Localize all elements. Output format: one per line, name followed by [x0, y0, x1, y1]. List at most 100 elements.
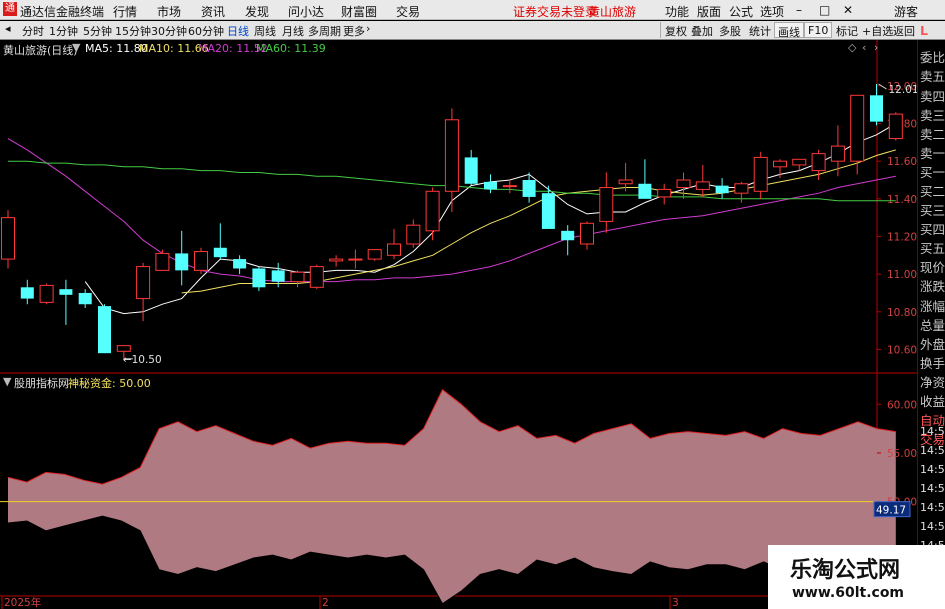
login-warning[interactable]: 证券交易未登录 [513, 3, 597, 20]
draw-line-button[interactable]: 画线 [774, 22, 804, 39]
period-tab-fenshi[interactable]: 分时 [22, 23, 44, 39]
sidebar-item-17[interactable]: 净资 [920, 373, 945, 392]
period-tab-30min[interactable]: 30分钟 [151, 23, 187, 39]
f10-button[interactable]: F10 [804, 22, 833, 38]
close-button[interactable]: ✕ [843, 3, 853, 17]
sidebar-l-button[interactable]: L [920, 21, 945, 40]
candle-down [870, 95, 883, 122]
price-tick-label-4: 11.20 [887, 231, 917, 243]
indicator-title: 股朋指标网 [14, 377, 69, 390]
period-tab-1min[interactable]: 1分钟 [49, 23, 78, 39]
trade-time-5: 14:56 [920, 520, 945, 533]
menu-item-gongshi[interactable]: 公式 [729, 3, 753, 20]
candle-down [541, 193, 555, 229]
kline-chart[interactable]: 12.0011.8011.6011.4011.2011.0010.8010.60… [0, 40, 917, 609]
chart-title: 黄山旅游(日线) [3, 44, 78, 57]
trade-time-2: 14:56 [920, 463, 945, 476]
diamond-icon[interactable]: ◇ [848, 41, 856, 54]
sidebar-item-14[interactable]: 总量 [920, 316, 945, 335]
sidebar-item-9[interactable]: 买四 [920, 220, 945, 239]
indicator-value-label: 神秘资金: 50.00 [68, 377, 151, 390]
candle-up [348, 258, 363, 261]
menu-item-xuanxiang[interactable]: 选项 [760, 3, 784, 20]
period-tab-60min[interactable]: 60分钟 [188, 23, 224, 39]
menu-item-jiaoyi[interactable]: 交易 [396, 3, 420, 20]
current-stock-name: 黄山旅游 [588, 5, 637, 19]
minimize-button[interactable]: – [796, 3, 802, 17]
sidebar-item-15[interactable]: 外盘 [920, 335, 945, 354]
period-tab-multi[interactable]: 多周期 [308, 23, 341, 39]
mark-button[interactable]: 标记 [836, 23, 858, 39]
fuquan-button[interactable]: 复权 [665, 23, 687, 39]
menu-item-caifuquan[interactable]: 财富圈 [341, 3, 377, 20]
period-tab-monthly[interactable]: 月线 [282, 23, 304, 39]
indicator-dropdown-icon[interactable]: ▼ [3, 375, 11, 388]
add-favorite-button[interactable]: +自选 [862, 23, 893, 39]
candle-up [329, 258, 344, 262]
maximize-button[interactable]: □ [819, 3, 830, 17]
overlay-button[interactable]: 叠加 [691, 23, 713, 39]
ma10-line [181, 149, 896, 294]
watermark-badge: 乐淘公式网 www.60lt.com [768, 545, 945, 609]
candle-up [136, 266, 151, 300]
sidebar-item-16[interactable]: 换手 [920, 354, 945, 373]
sidebar-item-6[interactable]: 买一 [920, 163, 945, 182]
sidebar-item-0[interactable]: 委比 [920, 48, 945, 67]
sidebar-item-5[interactable]: 卖一 [920, 144, 945, 163]
menu-item-zixun[interactable]: 资讯 [201, 3, 225, 20]
sidebar-item-18[interactable]: 收益 [920, 392, 945, 411]
left-arrow-icon[interactable]: ◂ [5, 22, 11, 35]
period-tab-15min[interactable]: 15分钟 [115, 23, 151, 39]
x-axis-label-1: 2 [322, 597, 329, 609]
period-tab-weekly[interactable]: 周线 [254, 23, 276, 39]
collapse-right-icon[interactable]: › [874, 41, 878, 54]
guest-user[interactable]: 游客 [894, 3, 918, 20]
fund-area [8, 389, 896, 604]
back-button[interactable]: 返回 [893, 23, 915, 39]
app-logo-icon: 通 [3, 2, 17, 16]
candle-down [59, 289, 73, 295]
candle-up [753, 156, 768, 192]
sidebar-item-3[interactable]: 卖三 [920, 106, 945, 125]
candle-up [773, 160, 787, 168]
candle-down [271, 270, 285, 282]
period-tab-daily[interactable]: 日线 [227, 23, 249, 39]
sidebar-item-10[interactable]: 买五 [920, 239, 945, 258]
sidebar-item-4[interactable]: 卖二 [920, 125, 945, 144]
trade-time-0: 14:56 [920, 425, 945, 438]
multi-stock-button[interactable]: 多股 [719, 23, 741, 39]
candle-up [309, 266, 324, 288]
sidebar-item-12[interactable]: 涨跌 [920, 277, 945, 296]
menu-item-faxian[interactable]: 发现 [245, 3, 269, 20]
sidebar-item-11[interactable]: 现价 [920, 258, 945, 277]
chevron-right-icon[interactable]: › [366, 22, 370, 35]
candle-up [734, 183, 749, 194]
candle-up [290, 271, 305, 283]
indicator-tick-label-0: 60.00 [887, 399, 917, 411]
menu-item-gongneng[interactable]: 功能 [665, 3, 689, 20]
candle-down [20, 287, 34, 299]
watermark-url: www.60lt.com [792, 585, 905, 601]
candle-down [638, 183, 652, 199]
sidebar-item-13[interactable]: 涨幅 [920, 297, 945, 316]
settings-dropdown-icon[interactable]: ▼ [72, 41, 80, 54]
price-tick-label-7: 10.60 [887, 344, 917, 356]
period-tab-5min[interactable]: 5分钟 [83, 23, 112, 39]
candle-up [39, 284, 54, 303]
menu-item-banmian[interactable]: 版面 [697, 3, 721, 20]
collapse-left-icon[interactable]: ‹ [862, 41, 866, 54]
candle-down [78, 292, 92, 305]
app-title: 通达信金融终端 [20, 5, 105, 19]
sidebar-item-7[interactable]: 买二 [920, 182, 945, 201]
sidebar-item-8[interactable]: 买三 [920, 201, 945, 220]
candle-up [367, 249, 382, 260]
candle-up [657, 188, 672, 198]
stats-button[interactable]: 统计 [749, 23, 771, 39]
menu-item-wenxiaoda[interactable]: 问小达 [288, 3, 324, 20]
period-tab-more[interactable]: 更多 [343, 23, 365, 39]
sidebar-item-2[interactable]: 卖四 [920, 87, 945, 106]
menu-item-hangqing[interactable]: 行情 [113, 3, 137, 20]
sidebar-item-1[interactable]: 卖五 [920, 67, 945, 86]
candle-up [194, 251, 208, 271]
menu-item-shichang[interactable]: 市场 [157, 3, 181, 20]
